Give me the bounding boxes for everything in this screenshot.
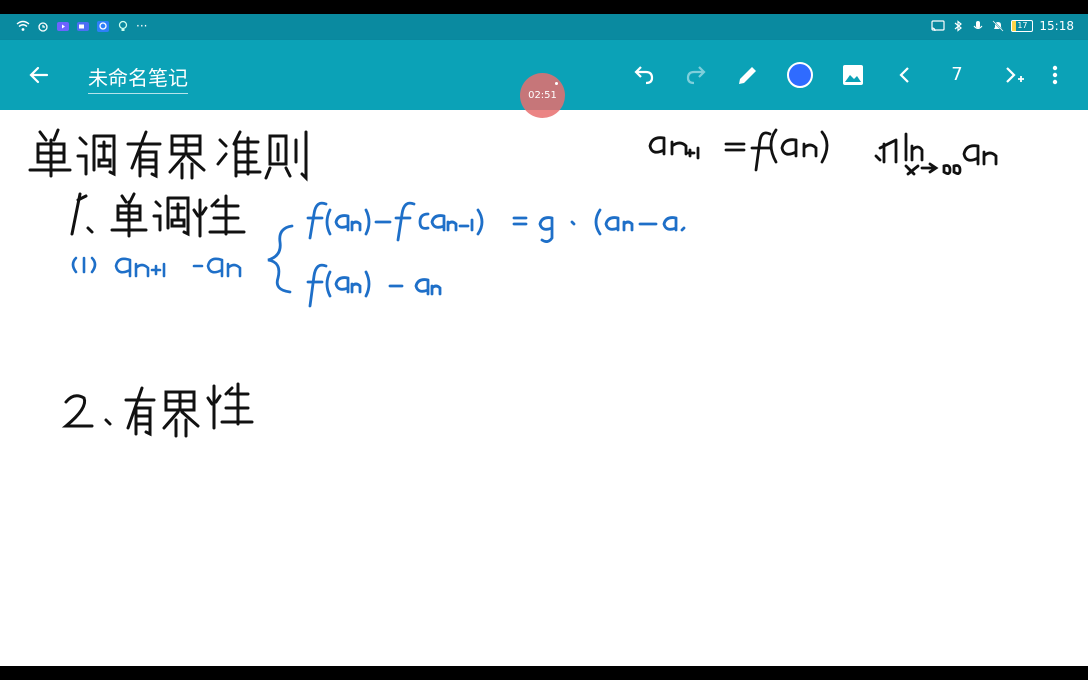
video-app-icon (57, 22, 69, 31)
mic-icon (973, 21, 983, 30)
bluetooth-icon (955, 20, 963, 32)
image-icon (843, 65, 863, 85)
alarm-icon (38, 22, 48, 32)
prev-page-button[interactable] (892, 62, 918, 88)
search-app-icon (97, 21, 109, 32)
item2-handwriting (61, 382, 254, 438)
cast-icon (931, 20, 946, 32)
next-page-add-icon (1006, 67, 1024, 83)
note-canvas[interactable] (0, 110, 1088, 666)
prev-page-icon (899, 67, 909, 83)
more-vert-icon (1052, 65, 1058, 85)
mute-notification-icon (992, 20, 1004, 32)
pen-button[interactable] (735, 62, 761, 88)
battery-level: 17 (1017, 21, 1028, 30)
brace-formulas-handwriting (267, 201, 686, 308)
insert-image-button[interactable] (840, 62, 866, 88)
timer-text: 02:51 (528, 90, 557, 101)
handwriting-layer (28, 128, 998, 438)
status-bar: ··· 17 15:18 (0, 14, 1088, 40)
recording-timer[interactable]: 02:51 (520, 73, 565, 118)
timer-dot (555, 82, 558, 85)
next-page-button[interactable] (1000, 62, 1026, 88)
status-more: ··· (136, 19, 148, 33)
pen-icon (739, 67, 756, 84)
status-right: 17 15:18 (931, 19, 1074, 33)
heading-handwriting (28, 128, 308, 182)
undo-button[interactable] (631, 62, 657, 88)
page-number: 7 (951, 64, 963, 85)
status-time: 15:18 (1039, 19, 1074, 33)
back-arrow-icon[interactable] (26, 62, 52, 88)
undo-icon (634, 66, 654, 85)
video-call-icon (77, 22, 89, 31)
status-left: ··· (16, 19, 147, 33)
bulb-icon (118, 20, 128, 31)
redo-icon (686, 66, 706, 85)
redo-button[interactable] (683, 62, 709, 88)
battery-icon: 17 (1011, 20, 1034, 32)
pen-color-dot (787, 62, 813, 88)
item1-sub-handwriting (71, 256, 242, 278)
item1-handwriting (70, 192, 246, 238)
wifi-icon (16, 20, 30, 31)
note-title[interactable]: 未命名笔记 (88, 62, 188, 94)
formula-handwriting (648, 128, 998, 176)
color-picker-button[interactable] (787, 62, 813, 88)
more-options-button[interactable] (1042, 62, 1068, 88)
bottom-bar (0, 666, 1088, 680)
